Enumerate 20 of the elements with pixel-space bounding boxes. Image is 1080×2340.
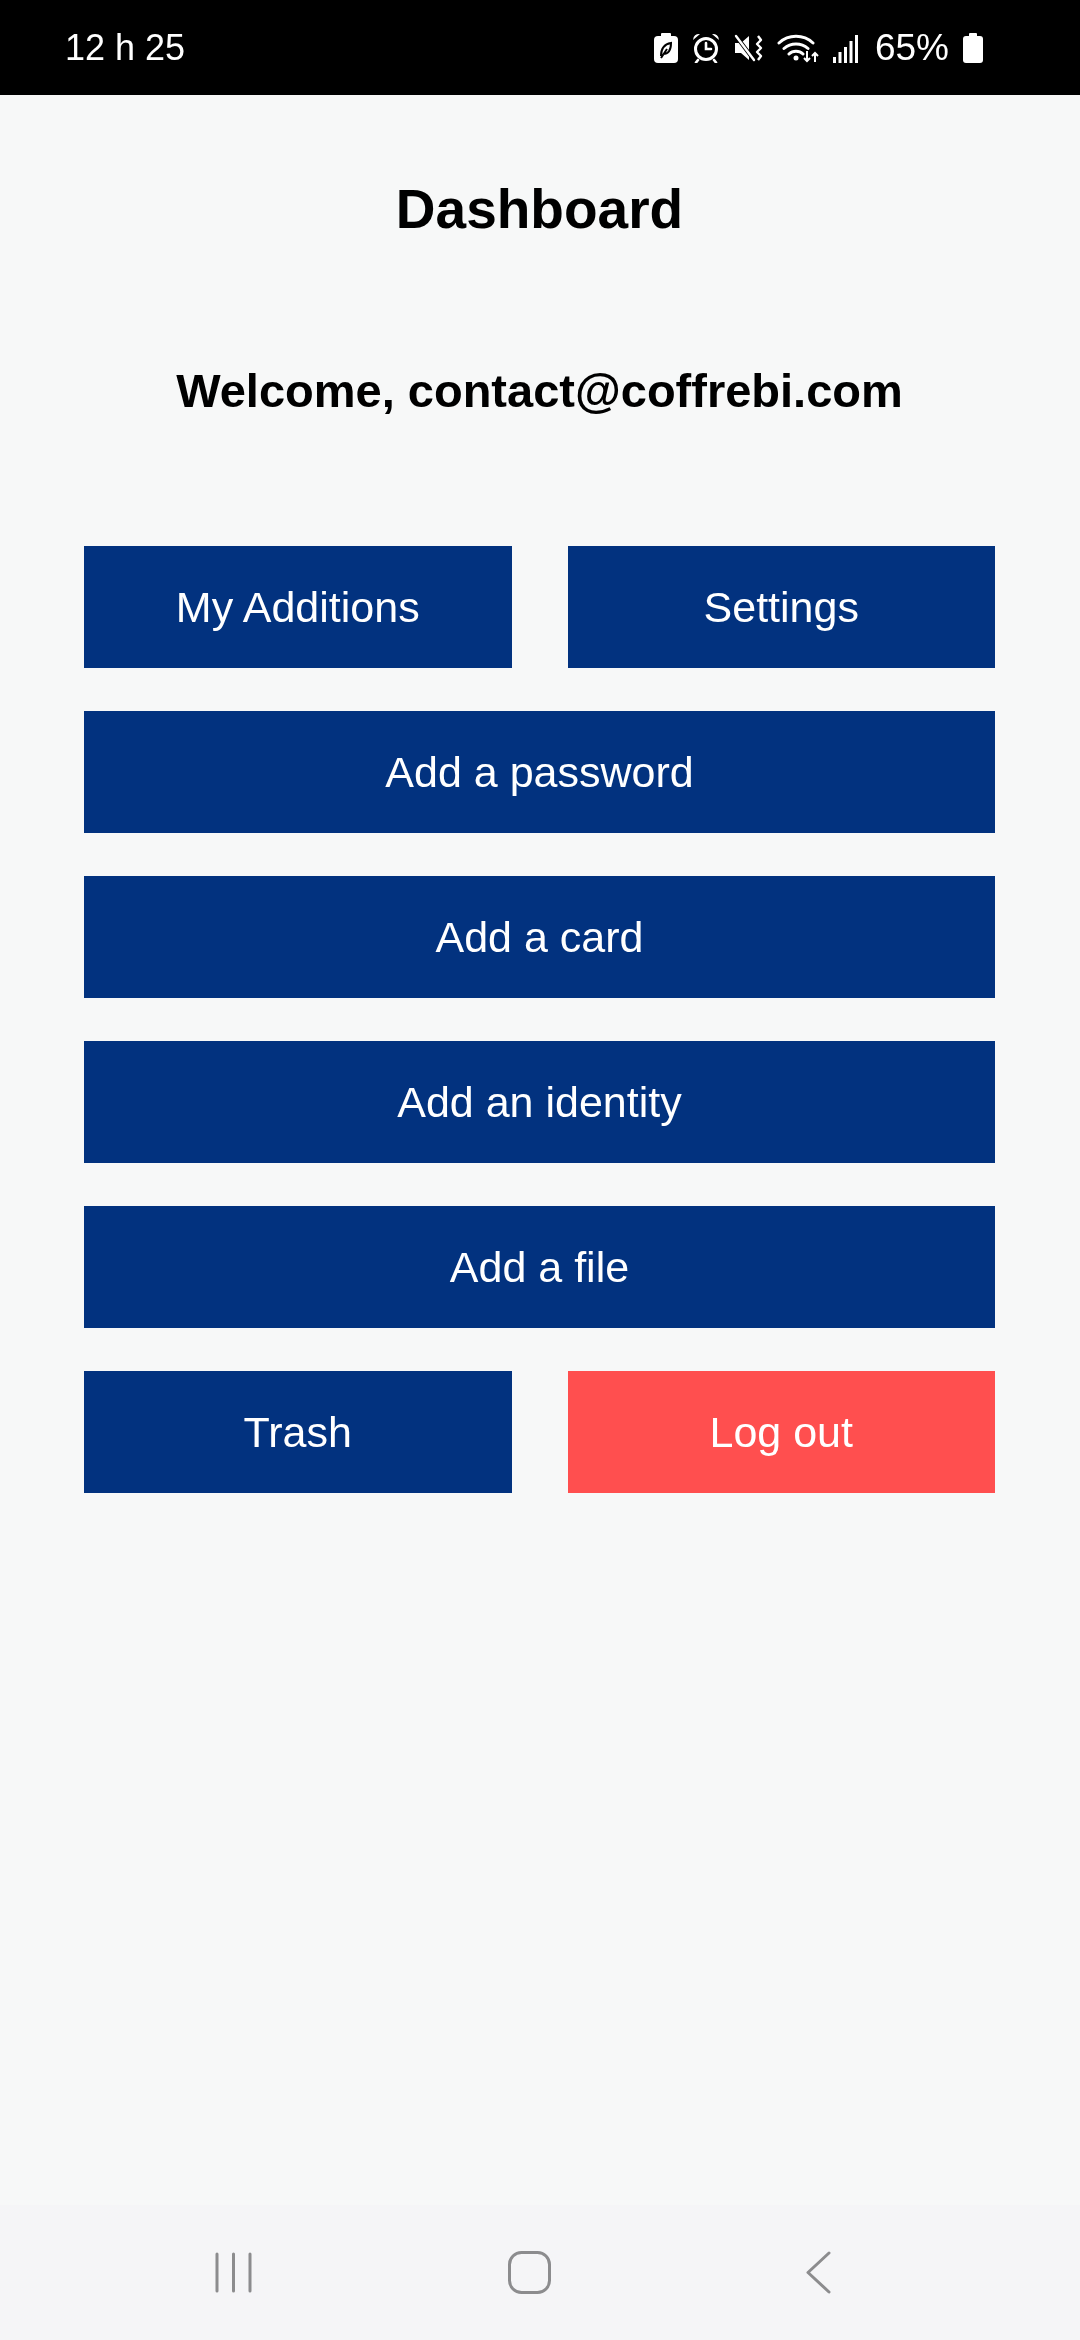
action-button[interactable]: Add a card: [84, 876, 995, 998]
alarm-clock-icon: [691, 32, 720, 63]
battery-icon: [963, 32, 983, 63]
status-time: 12 h 25: [65, 26, 186, 69]
battery-percentage: 65%: [874, 26, 949, 69]
wifi-icon: [776, 32, 819, 63]
page-title: Dashboard: [395, 177, 684, 241]
action-button[interactable]: Add a file: [84, 1206, 995, 1328]
action-button[interactable]: Add a password: [84, 711, 995, 833]
action-button[interactable]: My Additions: [84, 546, 512, 668]
welcome-message: Welcome, contact@coffrebi.com: [176, 363, 903, 419]
action-button[interactable]: Trash: [84, 1371, 512, 1493]
signal-icon: [832, 32, 859, 63]
battery-saver-icon: [653, 32, 678, 63]
back-icon[interactable]: [806, 2251, 831, 2294]
action-button[interactable]: Add an identity: [84, 1041, 995, 1163]
action-button[interactable]: Settings: [567, 546, 995, 668]
home-icon[interactable]: [507, 2251, 551, 2294]
recents-icon[interactable]: [215, 2252, 252, 2293]
mute-icon: [733, 32, 763, 63]
